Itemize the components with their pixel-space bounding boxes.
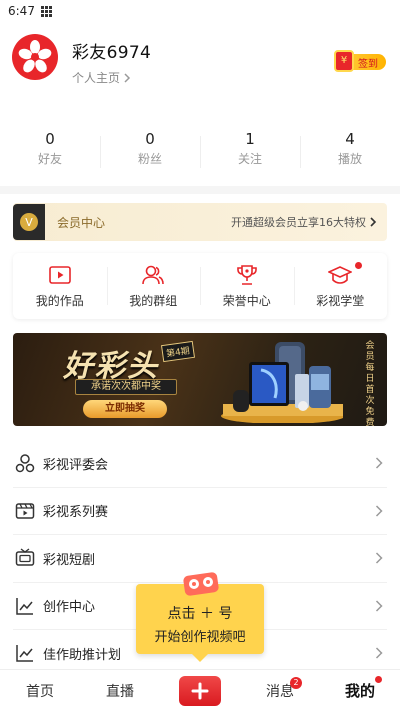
tab-live[interactable]: 直播 xyxy=(80,670,160,711)
chevron-right-icon xyxy=(375,552,383,564)
vip-promo-text: 开通超级会员立享16大特权 xyxy=(231,216,366,229)
homepage-label: 个人主页 xyxy=(72,71,121,85)
notification-dot xyxy=(355,262,362,269)
section-divider xyxy=(0,186,400,194)
app-grid-icon xyxy=(40,5,52,17)
chevron-right-icon xyxy=(124,72,131,83)
tooltip-line2: 开始创作视频吧 xyxy=(154,630,246,645)
status-bar: 6:47 xyxy=(0,0,400,22)
vip-badge-icon: V xyxy=(13,204,45,240)
messages-badge: 2 xyxy=(290,677,302,689)
work-label: 我的作品 xyxy=(35,293,84,308)
username: 彩友6974 xyxy=(72,43,152,63)
trophy-icon xyxy=(236,264,257,285)
prize-products-image xyxy=(221,342,343,423)
vip-title: 会员中心 xyxy=(57,215,106,230)
stats-row: 0 好友 0 粉丝 1 关注 4 播放 xyxy=(0,130,400,176)
tab-mine[interactable]: 我的 xyxy=(320,670,400,711)
chevron-right-icon xyxy=(370,217,377,227)
status-time: 6:47 xyxy=(8,4,35,18)
stat-label: 关注 xyxy=(237,152,262,166)
my-works-button[interactable]: 我的作品 xyxy=(13,253,107,319)
my-groups-button[interactable]: 我的群组 xyxy=(106,253,201,319)
red-envelope-icon: ¥ xyxy=(334,50,354,72)
stat-friends[interactable]: 0 好友 xyxy=(0,130,100,176)
plus-icon xyxy=(191,682,209,699)
vip-promo: 开通超级会员立享16大特权 xyxy=(231,214,377,230)
stat-value: 0 xyxy=(145,130,155,148)
chevron-right-icon xyxy=(375,504,383,517)
stat-label: 好友 xyxy=(37,152,62,166)
menu-label: 彩视评委会 xyxy=(43,457,109,473)
draw-now-button[interactable]: 立即抽奖 xyxy=(83,400,167,418)
tab-home[interactable]: 首页 xyxy=(0,670,80,711)
menu-label: 创作中心 xyxy=(43,600,96,616)
menu-item-judges[interactable]: 彩视评委会 xyxy=(13,440,387,488)
stat-value: 4 xyxy=(345,130,355,148)
growth-chart-icon xyxy=(14,642,36,664)
stat-plays[interactable]: 4 播放 xyxy=(300,130,400,176)
stat-label: 粉丝 xyxy=(137,152,162,166)
chevron-right-icon xyxy=(375,599,383,612)
menu-label: 彩视系列赛 xyxy=(43,505,109,521)
banner-promise: 承诺次次都中奖 xyxy=(75,379,177,395)
tooltip-line1: 点击 ＋ 号 xyxy=(167,606,233,622)
series-video-icon xyxy=(14,500,36,522)
film-reel-icon xyxy=(183,572,219,596)
profile-header: 彩友6974 个人主页 ¥ 签到 xyxy=(0,22,400,94)
work-label: 彩视学堂 xyxy=(316,293,365,308)
create-hint-tooltip: 点击 ＋ 号 开始创作视频吧 xyxy=(136,572,264,662)
graduation-cap-icon xyxy=(328,265,353,284)
homepage-link[interactable]: 个人主页 xyxy=(72,69,151,86)
chevron-right-icon xyxy=(375,647,383,659)
line-chart-icon xyxy=(14,595,36,617)
lucky-draw-banner[interactable]: 好彩头 第4期 承诺次次都中奖 立即抽奖 会员每日首次免费 xyxy=(13,333,387,426)
menu-item-series[interactable]: 彩视系列赛 xyxy=(13,488,387,535)
work-label: 荣誉中心 xyxy=(222,293,271,308)
tab-create[interactable] xyxy=(160,670,240,711)
vip-center-banner[interactable]: V 会员中心 开通超级会员立享16大特权 xyxy=(13,203,387,241)
works-grid: 我的作品 我的群组 荣誉中心 彩视学堂 xyxy=(13,253,387,319)
menu-label: 佳作助推计划 xyxy=(43,647,122,663)
avatar[interactable] xyxy=(12,34,58,80)
checkin-button[interactable]: ¥ 签到 xyxy=(334,50,386,74)
group-icon xyxy=(142,265,165,284)
chevron-right-icon xyxy=(375,457,383,469)
create-plus-button[interactable] xyxy=(179,675,221,706)
tab-mine-label: 我的 xyxy=(344,682,375,700)
judge-icon xyxy=(14,452,36,474)
tab-messages[interactable]: 消息 2 xyxy=(240,670,320,711)
video-play-icon xyxy=(48,265,71,284)
honor-center-button[interactable]: 荣誉中心 xyxy=(200,253,294,319)
stat-value: 0 xyxy=(45,130,55,148)
stat-value: 1 xyxy=(245,130,255,148)
bottom-tab-bar: 首页 直播 消息 2 我的 xyxy=(0,669,400,711)
checkin-label: 签到 xyxy=(358,59,378,70)
academy-button[interactable]: 彩视学堂 xyxy=(293,253,388,319)
notification-dot xyxy=(375,676,382,683)
stat-fans[interactable]: 0 粉丝 xyxy=(100,130,200,176)
flower-logo-icon xyxy=(18,40,52,73)
stat-following[interactable]: 1 关注 xyxy=(200,130,300,176)
menu-label: 彩视短剧 xyxy=(43,552,96,568)
banner-side-text: 会员每日首次免费 xyxy=(365,341,375,426)
work-label: 我的群组 xyxy=(129,293,178,308)
tv-icon xyxy=(14,547,36,569)
stat-label: 播放 xyxy=(337,152,362,166)
banner-issue: 第4期 xyxy=(160,340,195,363)
